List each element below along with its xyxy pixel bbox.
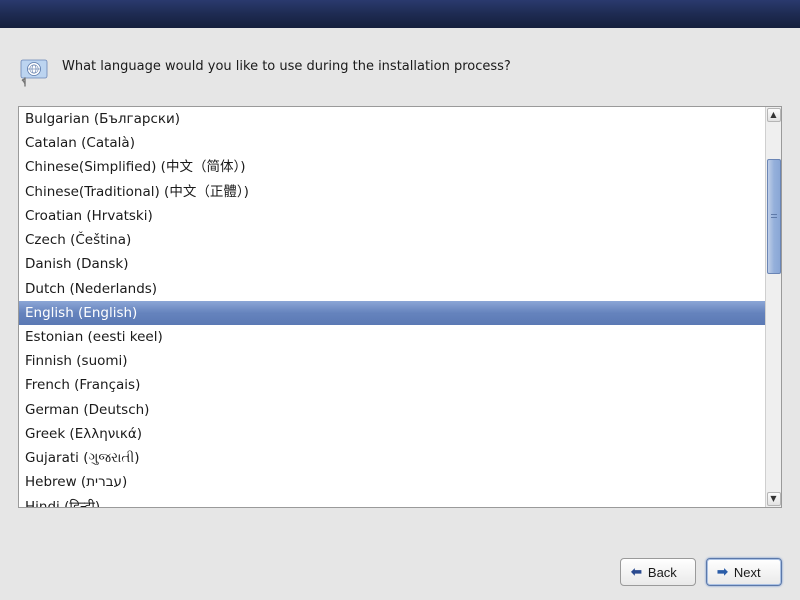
language-option[interactable]: Finnish (suomi) (19, 349, 765, 373)
language-option[interactable]: Chinese(Traditional) (中文（正體）) (19, 180, 765, 204)
next-button[interactable]: ➡ Next (706, 558, 782, 586)
top-banner (0, 0, 800, 28)
back-button-label: Back (648, 565, 677, 580)
scroll-thumb[interactable] (767, 159, 781, 274)
scroll-track[interactable] (767, 124, 781, 490)
scroll-up-button[interactable]: ▲ (767, 108, 781, 122)
language-flag-icon (18, 56, 50, 88)
language-option[interactable]: Hebrew (עברית) (19, 470, 765, 494)
arrow-left-icon: ⬅ (631, 564, 642, 580)
language-option[interactable]: Danish (Dansk) (19, 252, 765, 276)
language-option[interactable]: Chinese(Simplified) (中文（简体）) (19, 155, 765, 179)
language-option[interactable]: Estonian (eesti keel) (19, 325, 765, 349)
language-option[interactable]: Bulgarian (Български) (19, 107, 765, 131)
language-option[interactable]: German (Deutsch) (19, 398, 765, 422)
language-list[interactable]: Bulgarian (Български)Catalan (Català)Chi… (19, 107, 765, 507)
scrollbar[interactable]: ▲ ▼ (765, 107, 781, 507)
arrow-right-icon: ➡ (717, 564, 728, 580)
language-option[interactable]: French (Français) (19, 373, 765, 397)
prompt-text: What language would you like to use duri… (62, 56, 511, 76)
language-option[interactable]: Greek (Ελληνικά) (19, 422, 765, 446)
header: What language would you like to use duri… (0, 28, 800, 106)
next-button-label: Next (734, 565, 761, 580)
language-option[interactable]: English (English) (19, 301, 765, 325)
language-option[interactable]: Dutch (Nederlands) (19, 277, 765, 301)
back-button[interactable]: ⬅ Back (620, 558, 696, 586)
footer-buttons: ⬅ Back ➡ Next (620, 558, 782, 586)
language-option[interactable]: Catalan (Català) (19, 131, 765, 155)
language-option[interactable]: Gujarati (ગુજરાતી) (19, 446, 765, 470)
language-option[interactable]: Hindi (हिन्दी) (19, 495, 765, 508)
scroll-down-button[interactable]: ▼ (767, 492, 781, 506)
language-option[interactable]: Croatian (Hrvatski) (19, 204, 765, 228)
language-list-container: Bulgarian (Български)Catalan (Català)Chi… (18, 106, 782, 508)
language-option[interactable]: Czech (Čeština) (19, 228, 765, 252)
